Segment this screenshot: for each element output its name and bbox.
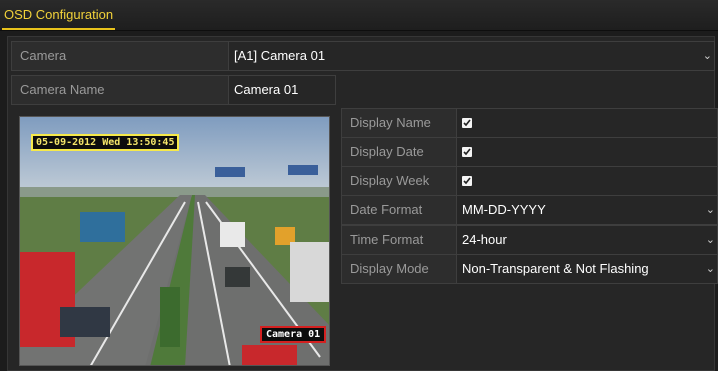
camera-row: Camera [A1] Camera 01 ⌄: [11, 41, 715, 71]
display-name-checkbox[interactable]: [462, 118, 472, 128]
display-week-checkbox-cell: [456, 167, 717, 195]
camera-select[interactable]: [A1] Camera 01 ⌄: [228, 42, 714, 70]
camera-preview: 05-09-2012 Wed 13:50:45 Camera 01: [19, 116, 330, 366]
display-name-row: Display Name: [341, 108, 718, 138]
display-week-row: Display Week: [341, 166, 718, 196]
osd-datetime-overlay[interactable]: 05-09-2012 Wed 13:50:45: [31, 134, 180, 151]
checkmark-icon: [463, 177, 471, 185]
time-format-select[interactable]: 24-hour ⌄: [456, 226, 717, 254]
time-format-label: Time Format: [350, 232, 424, 247]
camera-name-label: Camera Name: [20, 82, 105, 97]
camera-name-row: Camera Name Camera 01: [11, 75, 336, 105]
display-mode-row: Display Mode Non-Transparent & Not Flash…: [341, 254, 718, 284]
display-week-checkbox[interactable]: [462, 176, 472, 186]
time-format-value: 24-hour: [462, 232, 507, 247]
chevron-down-icon[interactable]: ⌄: [703, 42, 712, 70]
display-date-row: Display Date: [341, 137, 718, 167]
display-date-checkbox-cell: [456, 138, 717, 166]
osd-camera-name-overlay[interactable]: Camera 01: [260, 326, 327, 343]
display-mode-value: Non-Transparent & Not Flashing: [462, 261, 649, 276]
tab-osd-configuration[interactable]: OSD Configuration: [2, 6, 116, 30]
date-format-value: MM-DD-YYYY: [462, 202, 546, 217]
display-mode-select[interactable]: Non-Transparent & Not Flashing ⌄: [456, 255, 717, 283]
date-format-select[interactable]: MM-DD-YYYY ⌄: [456, 196, 717, 224]
display-week-label: Display Week: [350, 173, 430, 188]
camera-name-input[interactable]: Camera 01: [228, 76, 335, 104]
display-name-checkbox-cell: [456, 109, 717, 137]
time-format-row: Time Format 24-hour ⌄: [341, 225, 718, 255]
tab-bar: OSD Configuration: [0, 0, 718, 31]
checkmark-icon: [463, 119, 471, 127]
camera-label: Camera: [20, 48, 67, 63]
date-format-row: Date Format MM-DD-YYYY ⌄: [341, 195, 718, 225]
date-format-label: Date Format: [350, 202, 423, 217]
display-mode-label: Display Mode: [350, 261, 429, 276]
camera-select-value: [A1] Camera 01: [234, 48, 326, 63]
display-date-checkbox[interactable]: [462, 147, 472, 157]
display-date-label: Display Date: [350, 144, 424, 159]
checkmark-icon: [463, 148, 471, 156]
chevron-down-icon[interactable]: ⌄: [706, 255, 715, 283]
chevron-down-icon[interactable]: ⌄: [706, 196, 715, 224]
chevron-down-icon[interactable]: ⌄: [706, 226, 715, 254]
display-name-label: Display Name: [350, 115, 431, 130]
